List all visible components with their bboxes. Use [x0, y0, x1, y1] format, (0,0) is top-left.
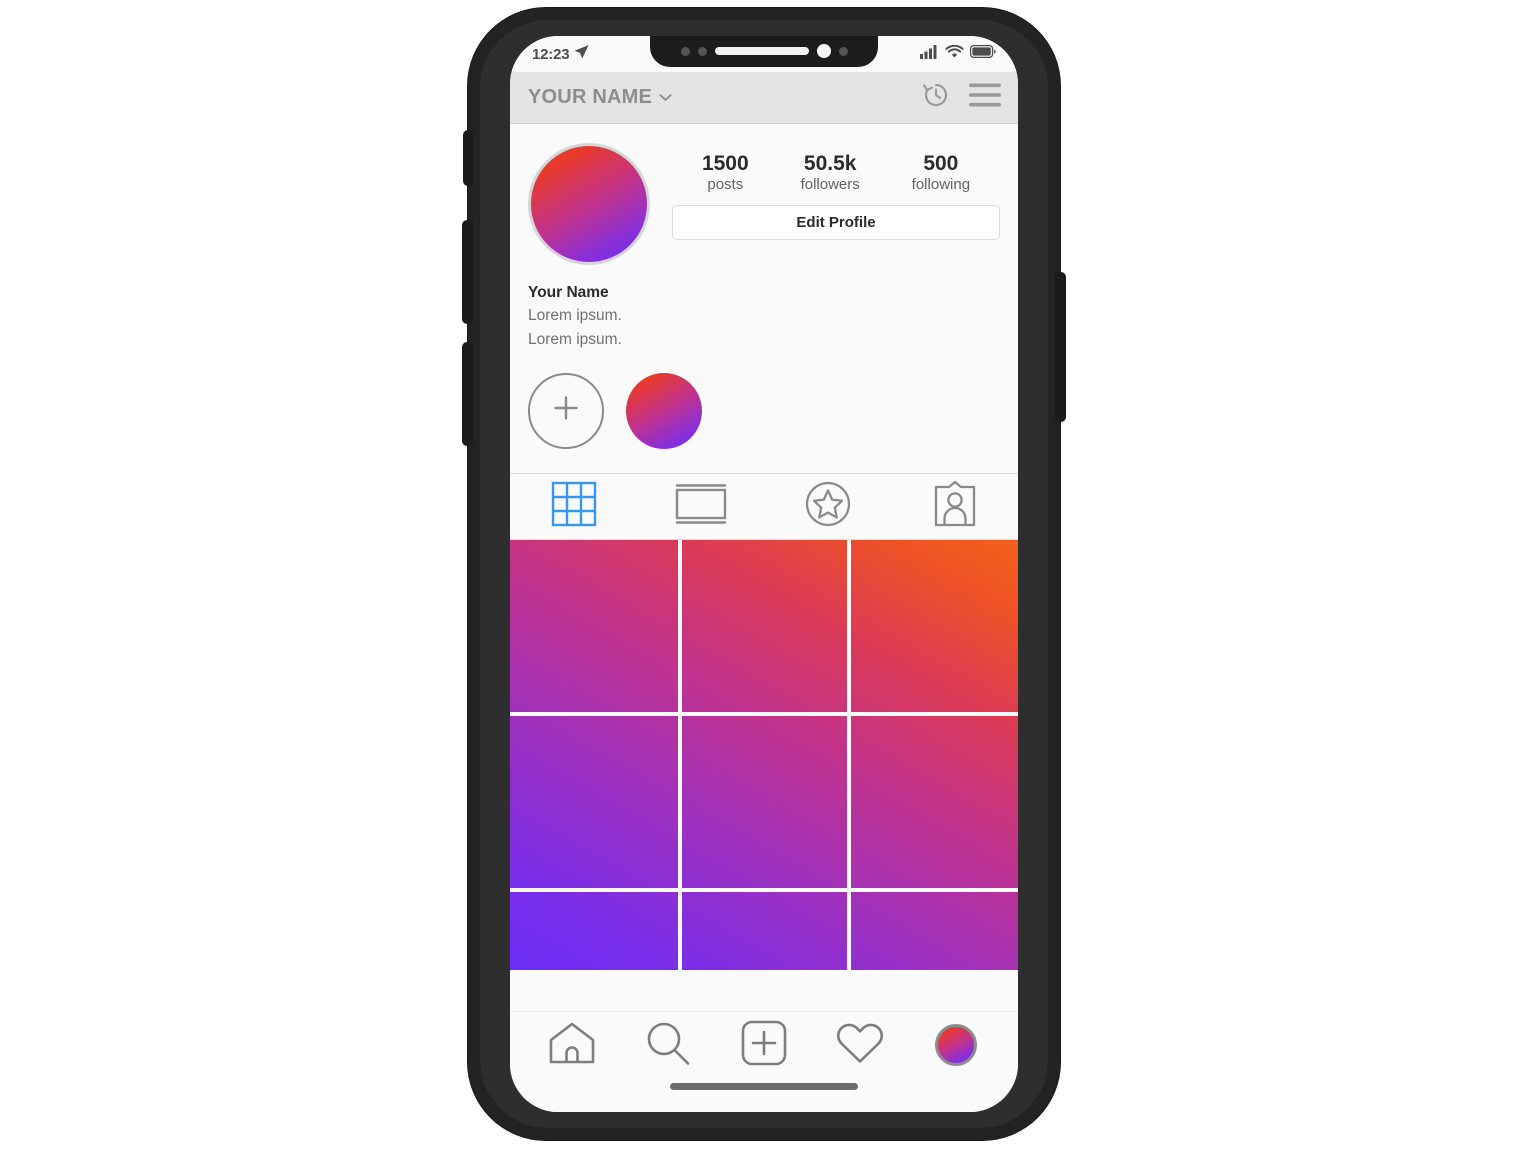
- device-notch: [650, 36, 878, 67]
- profile-tab-strip: [510, 472, 1018, 540]
- tagged-person-icon: [932, 480, 978, 533]
- profile-stats-column: 1500 posts 50.5k followers 500 following: [650, 143, 1000, 241]
- search-icon: [645, 1020, 691, 1071]
- location-arrow-icon: [573, 43, 590, 65]
- proximity-sensor-icon: [680, 46, 690, 56]
- phone-device-frame: 12:23 YOUR NAME 1500 posts 50.5k followe…: [462, 8, 1066, 1140]
- stat-following[interactable]: 500 following: [911, 152, 971, 194]
- nav-profile[interactable]: [925, 1014, 987, 1076]
- dot-projector-icon: [838, 46, 848, 56]
- grid-post-thumbnail[interactable]: [682, 716, 847, 888]
- header-username-label: YOUR NAME: [528, 86, 653, 108]
- earpiece-speaker: [714, 47, 809, 55]
- stat-followers[interactable]: 50.5k followers: [800, 152, 860, 194]
- grid-post-thumbnail[interactable]: [510, 892, 678, 970]
- grid-post-thumbnail[interactable]: [682, 892, 847, 970]
- profile-top-row: 1500 posts 50.5k followers 500 following: [528, 143, 1000, 265]
- profile-header-bar: YOUR NAME: [510, 72, 1018, 124]
- silent-switch-button[interactable]: [463, 130, 473, 186]
- wifi-icon: [945, 44, 964, 64]
- stat-following-value: 500: [923, 152, 959, 175]
- home-indicator-bar[interactable]: [670, 1083, 858, 1090]
- nav-home[interactable]: [541, 1014, 603, 1076]
- edit-profile-button[interactable]: Edit Profile: [672, 205, 1000, 241]
- status-bar-right: [920, 44, 996, 64]
- stat-posts-value: 1500: [701, 152, 749, 175]
- photo-grid: [510, 539, 1018, 970]
- star-circle-icon: [804, 480, 852, 533]
- tab-guides[interactable]: [764, 474, 891, 539]
- chevron-down-icon: [659, 89, 672, 107]
- status-time: 12:23: [532, 45, 570, 63]
- profile-avatar[interactable]: [528, 143, 650, 265]
- grid-icon: [551, 481, 597, 532]
- cellular-signal-icon: [920, 44, 939, 64]
- plus-icon: [548, 390, 584, 431]
- story-highlights-row: [510, 350, 1018, 473]
- profile-content: 1500 posts 50.5k followers 500 following: [510, 125, 1018, 1011]
- grid-post-thumbnail[interactable]: [510, 540, 678, 712]
- header-action-group: [920, 79, 1002, 116]
- stat-posts-label: posts: [707, 176, 744, 194]
- stat-followers-label: followers: [800, 176, 860, 194]
- grid-post-thumbnail[interactable]: [851, 716, 1018, 888]
- username-dropdown[interactable]: YOUR NAME: [528, 86, 672, 109]
- nav-add-post[interactable]: [733, 1014, 795, 1076]
- plus-square-icon: [741, 1020, 787, 1071]
- nav-search[interactable]: [637, 1014, 699, 1076]
- stat-posts[interactable]: 1500 posts: [701, 152, 749, 194]
- add-highlight-button[interactable]: [528, 372, 604, 449]
- home-icon: [548, 1020, 596, 1071]
- status-bar-left: 12:23: [532, 43, 590, 65]
- grid-post-thumbnail[interactable]: [682, 540, 847, 712]
- grid-post-thumbnail[interactable]: [510, 716, 678, 888]
- igtv-tv-icon: [673, 481, 729, 532]
- profile-avatar-small: [935, 1024, 977, 1066]
- profile-info-section: 1500 posts 50.5k followers 500 following: [510, 125, 1018, 351]
- grid-post-thumbnail[interactable]: [851, 892, 1018, 970]
- profile-bio-line-1: Lorem ipsum.: [528, 307, 622, 325]
- front-camera-icon: [816, 44, 831, 58]
- tab-igtv[interactable]: [637, 474, 764, 539]
- grid-post-thumbnail[interactable]: [851, 540, 1018, 712]
- ambient-light-sensor-icon: [697, 46, 707, 56]
- hamburger-menu-icon[interactable]: [968, 82, 1002, 113]
- tab-grid[interactable]: [510, 474, 637, 539]
- stat-following-label: following: [911, 176, 971, 194]
- volume-up-button[interactable]: [462, 220, 473, 324]
- volume-down-button[interactable]: [462, 342, 473, 446]
- clock-history-icon[interactable]: [920, 79, 952, 116]
- stat-followers-value: 50.5k: [803, 152, 857, 175]
- nav-activity[interactable]: [829, 1014, 891, 1076]
- power-button[interactable]: [1055, 272, 1066, 422]
- profile-stats-row: 1500 posts 50.5k followers 500 following: [672, 152, 1000, 194]
- profile-display-name: Your Name: [528, 284, 609, 301]
- bottom-navigation-bar: [510, 1011, 1018, 1112]
- profile-bio-line-2: Lorem ipsum.: [528, 330, 622, 348]
- bottom-nav-icons: [510, 1012, 1018, 1078]
- battery-full-icon: [969, 44, 996, 63]
- phone-screen: 12:23 YOUR NAME 1500 posts 50.5k followe…: [510, 36, 1018, 1112]
- tab-tagged[interactable]: [891, 474, 1018, 539]
- story-highlight-circle[interactable]: [626, 372, 702, 449]
- profile-bio: Your Name Lorem ipsum. Lorem ipsum.: [528, 265, 1000, 351]
- heart-icon: [835, 1020, 885, 1071]
